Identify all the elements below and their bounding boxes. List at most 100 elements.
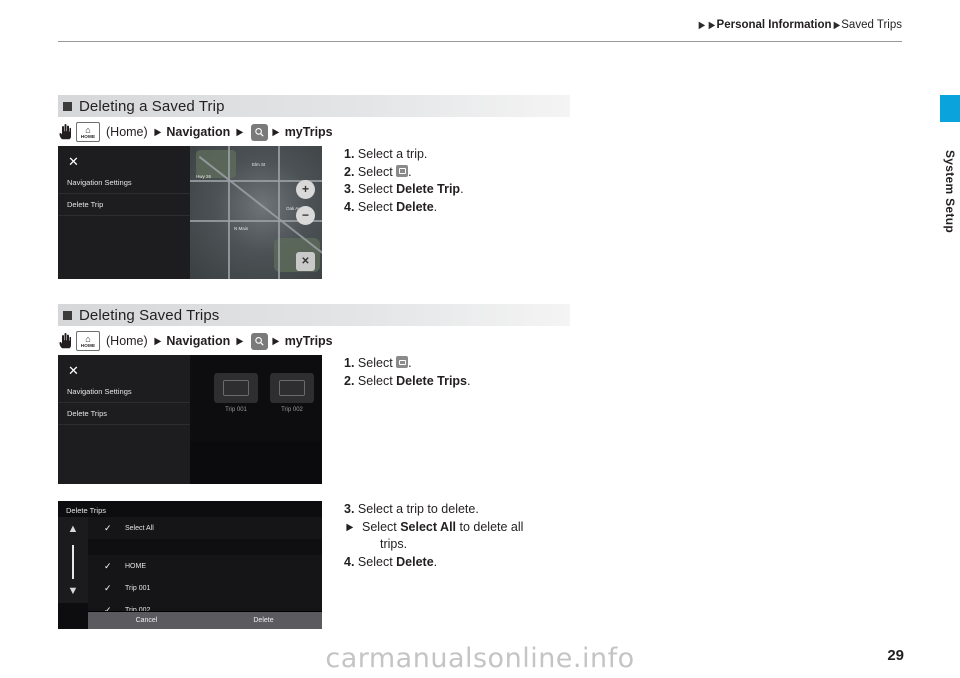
step-item: 3. Select a trip to delete. xyxy=(344,501,523,519)
hand-pointer-icon xyxy=(58,124,71,140)
delete-button[interactable]: Delete xyxy=(205,611,322,629)
steps-list-2-top: 1. Select . 2. Select Delete Trips. xyxy=(344,355,471,390)
step-item: 3. Select Delete Trip. xyxy=(344,181,464,199)
map-zoom-in-button[interactable]: + xyxy=(296,180,315,199)
step-bold-label: Delete Trip xyxy=(396,182,461,196)
breadcrumb-item-saved-trips: Saved Trips xyxy=(841,19,902,31)
list-item[interactable]: ✓ Select All xyxy=(88,517,322,540)
home-button-icon: ⌂ HOME xyxy=(76,122,100,142)
nav-menu-item-navigation-settings[interactable]: Navigation Settings xyxy=(58,381,190,403)
trip-thumbnail-icon xyxy=(214,373,258,403)
path-arrow-icon: ▶ xyxy=(154,126,161,138)
path-item-navigation: Navigation xyxy=(166,334,231,348)
path-item-mytrips: myTrips xyxy=(284,334,333,348)
step-text: Select a trip to delete. xyxy=(357,502,479,516)
step-text-suffix: . xyxy=(408,164,412,179)
breadcrumb-item-personal-information: Personal Information xyxy=(716,19,832,31)
step-item: 2. Select Delete Trips. xyxy=(344,373,471,391)
section-tab-marker xyxy=(940,95,960,122)
search-icon xyxy=(250,123,268,141)
step-number: 1. xyxy=(344,356,355,370)
checkmark-icon: ✓ xyxy=(104,560,112,571)
section-header-deleting-a-saved-trip: Deleting a Saved Trip xyxy=(58,95,570,117)
step-bold-label: Delete xyxy=(396,199,434,214)
cancel-button[interactable]: Cancel xyxy=(88,611,205,629)
nav-menu-item-delete-trip[interactable]: Delete Trip xyxy=(58,194,190,216)
list-item[interactable]: ✓ HOME xyxy=(88,555,322,578)
sub-step-bold-label: Select All xyxy=(400,519,457,534)
home-text: (Home) xyxy=(106,125,148,139)
section-bullet-icon xyxy=(63,101,72,111)
nav-menu-item-label: Delete Trip xyxy=(67,200,104,209)
scroll-down-icon[interactable]: ▼ xyxy=(67,585,79,597)
trip-card[interactable]: Trip 002 xyxy=(270,373,314,413)
sub-step-text-line2: trips. xyxy=(380,537,408,551)
sub-step-text-after: to delete all xyxy=(456,519,524,534)
path-arrow-icon: ▶ xyxy=(236,126,244,138)
breadcrumb-arrow-icon: ▶ xyxy=(708,19,715,31)
step-number: 4. xyxy=(344,554,355,569)
section-header-deleting-saved-trips: Deleting Saved Trips xyxy=(58,304,570,326)
step-number: 1. xyxy=(344,147,355,161)
close-icon[interactable]: ✕ xyxy=(67,155,80,168)
breadcrumb-arrow-icon: ▶ xyxy=(698,19,706,31)
step-item: 2. Select . xyxy=(344,164,464,182)
home-text: (Home) xyxy=(106,334,148,348)
checkmark-icon: ✓ xyxy=(104,582,112,593)
checkmark-icon: ✓ xyxy=(104,522,112,533)
header-divider xyxy=(58,41,902,42)
search-icon xyxy=(250,332,268,350)
step-number: 4. xyxy=(344,199,355,214)
path-arrow-icon: ▶ xyxy=(272,335,280,347)
map-zoom-out-button[interactable]: − xyxy=(296,206,315,225)
list-item[interactable]: ✓ Trip 001 xyxy=(88,577,322,600)
scroll-up-icon[interactable]: ▲ xyxy=(67,523,79,535)
path-arrow-icon: ▶ xyxy=(154,335,161,347)
page-number: 29 xyxy=(887,647,904,664)
nav-menu-item-navigation-settings[interactable]: Navigation Settings xyxy=(58,172,190,194)
map-canvas[interactable]: Hwy 26 Elm St N Main Oak Ave + − ✕ xyxy=(190,146,322,279)
list-item-label: HOME xyxy=(125,562,146,570)
step-number: 3. xyxy=(344,182,355,196)
step-text-suffix: . xyxy=(460,182,464,196)
trip-grid-empty-area xyxy=(190,441,322,484)
step-text: Select xyxy=(357,554,397,569)
step-text: Select xyxy=(357,373,397,388)
path-item-mytrips: myTrips xyxy=(284,125,333,139)
sub-step-arrow-icon: ▶ xyxy=(346,521,354,533)
section-tab-label: System Setup xyxy=(943,150,957,233)
nav-menu-panel: ✕ Navigation Settings Delete Trip xyxy=(58,146,190,279)
breadcrumb-arrow-icon: ▶ xyxy=(833,19,840,31)
watermark: carmanualsonline.info xyxy=(325,643,635,674)
step-sub-item: ▶ Select Select All to delete all trips. xyxy=(344,519,523,554)
scroll-thumb[interactable] xyxy=(72,545,74,579)
close-icon[interactable]: ✕ xyxy=(67,364,80,377)
step-text: Select xyxy=(357,182,397,196)
nav-menu-item-delete-trips[interactable]: Delete Trips xyxy=(58,403,190,425)
list-item-label: Select All xyxy=(125,524,154,532)
home-glyph: ⌂ xyxy=(85,124,91,135)
path-arrow-icon: ▶ xyxy=(236,335,244,347)
hand-pointer-icon xyxy=(58,333,71,349)
trip-thumbnail-icon xyxy=(270,373,314,403)
navigation-path-2: ⌂ HOME (Home) ▶ Navigation ▶ ▶ myTrips xyxy=(58,331,337,351)
step-bold-label: Delete xyxy=(396,554,434,569)
step-text: Select a trip. xyxy=(357,147,428,161)
map-road xyxy=(228,146,230,279)
map-street-label: Hwy 26 xyxy=(196,174,212,179)
step-text: Select xyxy=(357,164,393,179)
home-button-icon: ⌂ HOME xyxy=(76,331,100,351)
step-text: Select xyxy=(357,356,393,370)
list-screen-title: Delete Trips xyxy=(66,506,107,515)
step-number: 2. xyxy=(344,373,355,388)
trip-card[interactable]: Trip 001 xyxy=(214,373,258,413)
map-fullscreen-button[interactable]: ✕ xyxy=(296,252,315,271)
scroll-rail[interactable]: ▲ ▼ xyxy=(58,517,88,603)
steps-list-1: 1. Select a trip. 2. Select . 3. Select … xyxy=(344,146,464,216)
home-key-label: HOME xyxy=(80,342,96,348)
steps-list-2-bottom: 3. Select a trip to delete. ▶ Select Sel… xyxy=(344,501,523,571)
step-item: 1. Select a trip. xyxy=(344,146,464,164)
step-text-suffix: . xyxy=(433,199,438,214)
path-item-navigation: Navigation xyxy=(166,125,231,139)
step-bold-label: Delete Trips xyxy=(396,373,468,388)
